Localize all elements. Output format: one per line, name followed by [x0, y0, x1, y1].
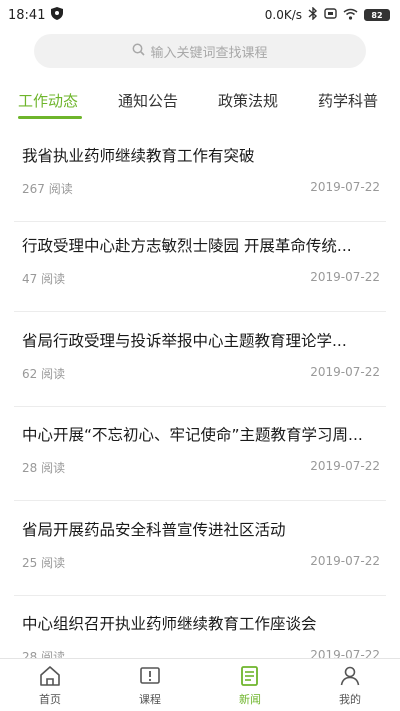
article-date: 2019-07-22	[310, 459, 380, 473]
read-count: 25 阅读	[22, 556, 66, 570]
article-date: 2019-07-22	[310, 270, 380, 284]
article-date: 2019-07-22	[310, 365, 380, 379]
status-left: 18:41	[8, 6, 64, 24]
nav-label: 新闻	[239, 692, 261, 706]
tab-work-news[interactable]: 工作动态	[18, 90, 78, 111]
tab-pharmacy-science[interactable]: 药学科普	[318, 90, 378, 111]
nav-profile[interactable]: 我的	[300, 659, 400, 711]
list-item[interactable]: 省局行政受理与投诉举报中心主题教育理论学... 62 阅读 2019-07-22	[14, 313, 386, 407]
bluetooth-icon	[308, 6, 318, 23]
alarm-icon	[324, 7, 337, 23]
category-tabs: 工作动态 通知公告 政策法规 药学科普	[0, 84, 400, 122]
home-icon	[40, 665, 60, 686]
tab-notices[interactable]: 通知公告	[118, 90, 178, 111]
article-date: 2019-07-22	[310, 554, 380, 568]
battery-level: 82	[371, 10, 383, 20]
search-input[interactable]: 输入关键词查找课程	[34, 34, 366, 68]
article-date: 2019-07-22	[310, 648, 380, 658]
article-title: 我省执业药师继续教育工作有突破	[22, 147, 255, 165]
search-icon	[132, 43, 146, 60]
profile-icon	[340, 666, 360, 685]
status-time: 18:41	[8, 7, 46, 23]
wifi-icon	[343, 8, 358, 23]
nav-label: 首页	[39, 692, 61, 706]
read-count: 267 阅读	[22, 182, 73, 196]
article-title: 省局开展药品安全科普宣传进社区活动	[22, 521, 286, 539]
status-bar: 18:41 0.0K/s 82	[0, 0, 400, 30]
article-list[interactable]: 我省执业药师继续教育工作有突破 267 阅读 2019-07-22 行政受理中心…	[0, 124, 400, 658]
article-title: 中心组织召开执业药师继续教育工作座谈会	[22, 615, 317, 633]
bottom-nav: 首页 课程 新闻 我的	[0, 658, 400, 711]
read-count: 47 阅读	[22, 272, 66, 286]
battery-icon: 82	[364, 9, 390, 21]
nav-label: 课程	[139, 692, 161, 706]
nav-home[interactable]: 首页	[0, 659, 100, 711]
article-title: 省局行政受理与投诉举报中心主题教育理论学...	[22, 332, 347, 350]
article-date: 2019-07-22	[310, 180, 380, 194]
list-item[interactable]: 中心组织召开执业药师继续教育工作座谈会 28 阅读 2019-07-22	[14, 596, 386, 658]
shield-icon	[51, 6, 64, 24]
news-icon	[241, 665, 258, 686]
tab-policies[interactable]: 政策法规	[218, 90, 278, 111]
active-tab-indicator	[18, 116, 82, 119]
article-title: 中心开展“不忘初心、牢记使命”主题教育学习周...	[22, 426, 363, 444]
list-item[interactable]: 中心开展“不忘初心、牢记使命”主题教育学习周... 28 阅读 2019-07-…	[14, 407, 386, 501]
nav-course[interactable]: 课程	[100, 659, 200, 711]
article-title: 行政受理中心赴方志敏烈士陵园 开展革命传统...	[22, 237, 352, 255]
network-speed: 0.0K/s	[264, 8, 302, 22]
read-count: 62 阅读	[22, 367, 66, 381]
read-count: 28 阅读	[22, 461, 66, 475]
nav-label: 我的	[339, 692, 361, 706]
course-icon	[140, 666, 160, 684]
search-placeholder: 输入关键词查找课程	[150, 45, 268, 61]
nav-news[interactable]: 新闻	[200, 659, 300, 711]
list-item[interactable]: 我省执业药师继续教育工作有突破 267 阅读 2019-07-22	[14, 128, 386, 222]
list-item[interactable]: 行政受理中心赴方志敏烈士陵园 开展革命传统... 47 阅读 2019-07-2…	[14, 218, 386, 312]
status-right: 0.0K/s 82	[264, 6, 390, 23]
list-item[interactable]: 省局开展药品安全科普宣传进社区活动 25 阅读 2019-07-22	[14, 502, 386, 596]
read-count: 28 阅读	[22, 650, 66, 658]
